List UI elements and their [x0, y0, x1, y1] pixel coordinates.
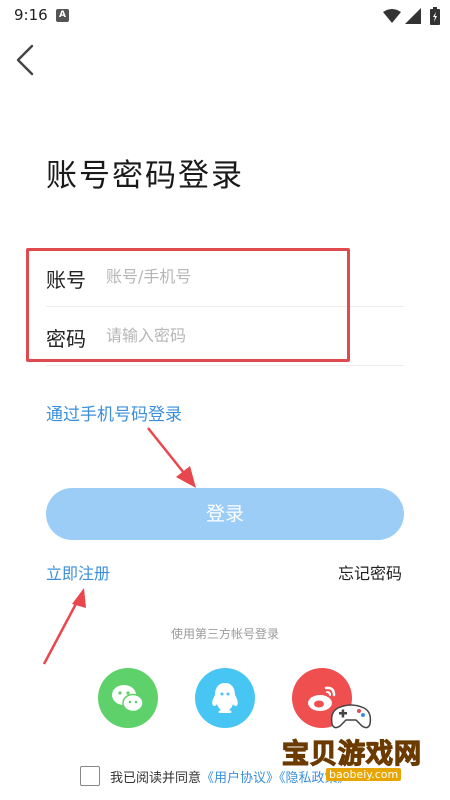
- agreement-prefix: 我已阅读并同意: [110, 771, 202, 786]
- qq-login-button[interactable]: [195, 668, 255, 728]
- wechat-login-button[interactable]: [98, 668, 158, 728]
- watermark: 宝贝游戏网 baobeiy.com: [276, 700, 446, 790]
- arrow-line: [147, 427, 189, 479]
- third-party-caption: 使用第三方帐号登录: [170, 627, 279, 641]
- arrow-head: [176, 466, 196, 488]
- qq-icon: [212, 683, 238, 713]
- watermark-title: 宝贝游戏网: [281, 738, 422, 770]
- watermark-url: baobeiy.com: [326, 768, 402, 781]
- agree-checkbox[interactable]: [80, 766, 100, 786]
- gamepad-icon: [330, 704, 372, 729]
- wechat-icon: [112, 685, 144, 713]
- user-agreement-link[interactable]: 《用户协议》: [201, 771, 279, 786]
